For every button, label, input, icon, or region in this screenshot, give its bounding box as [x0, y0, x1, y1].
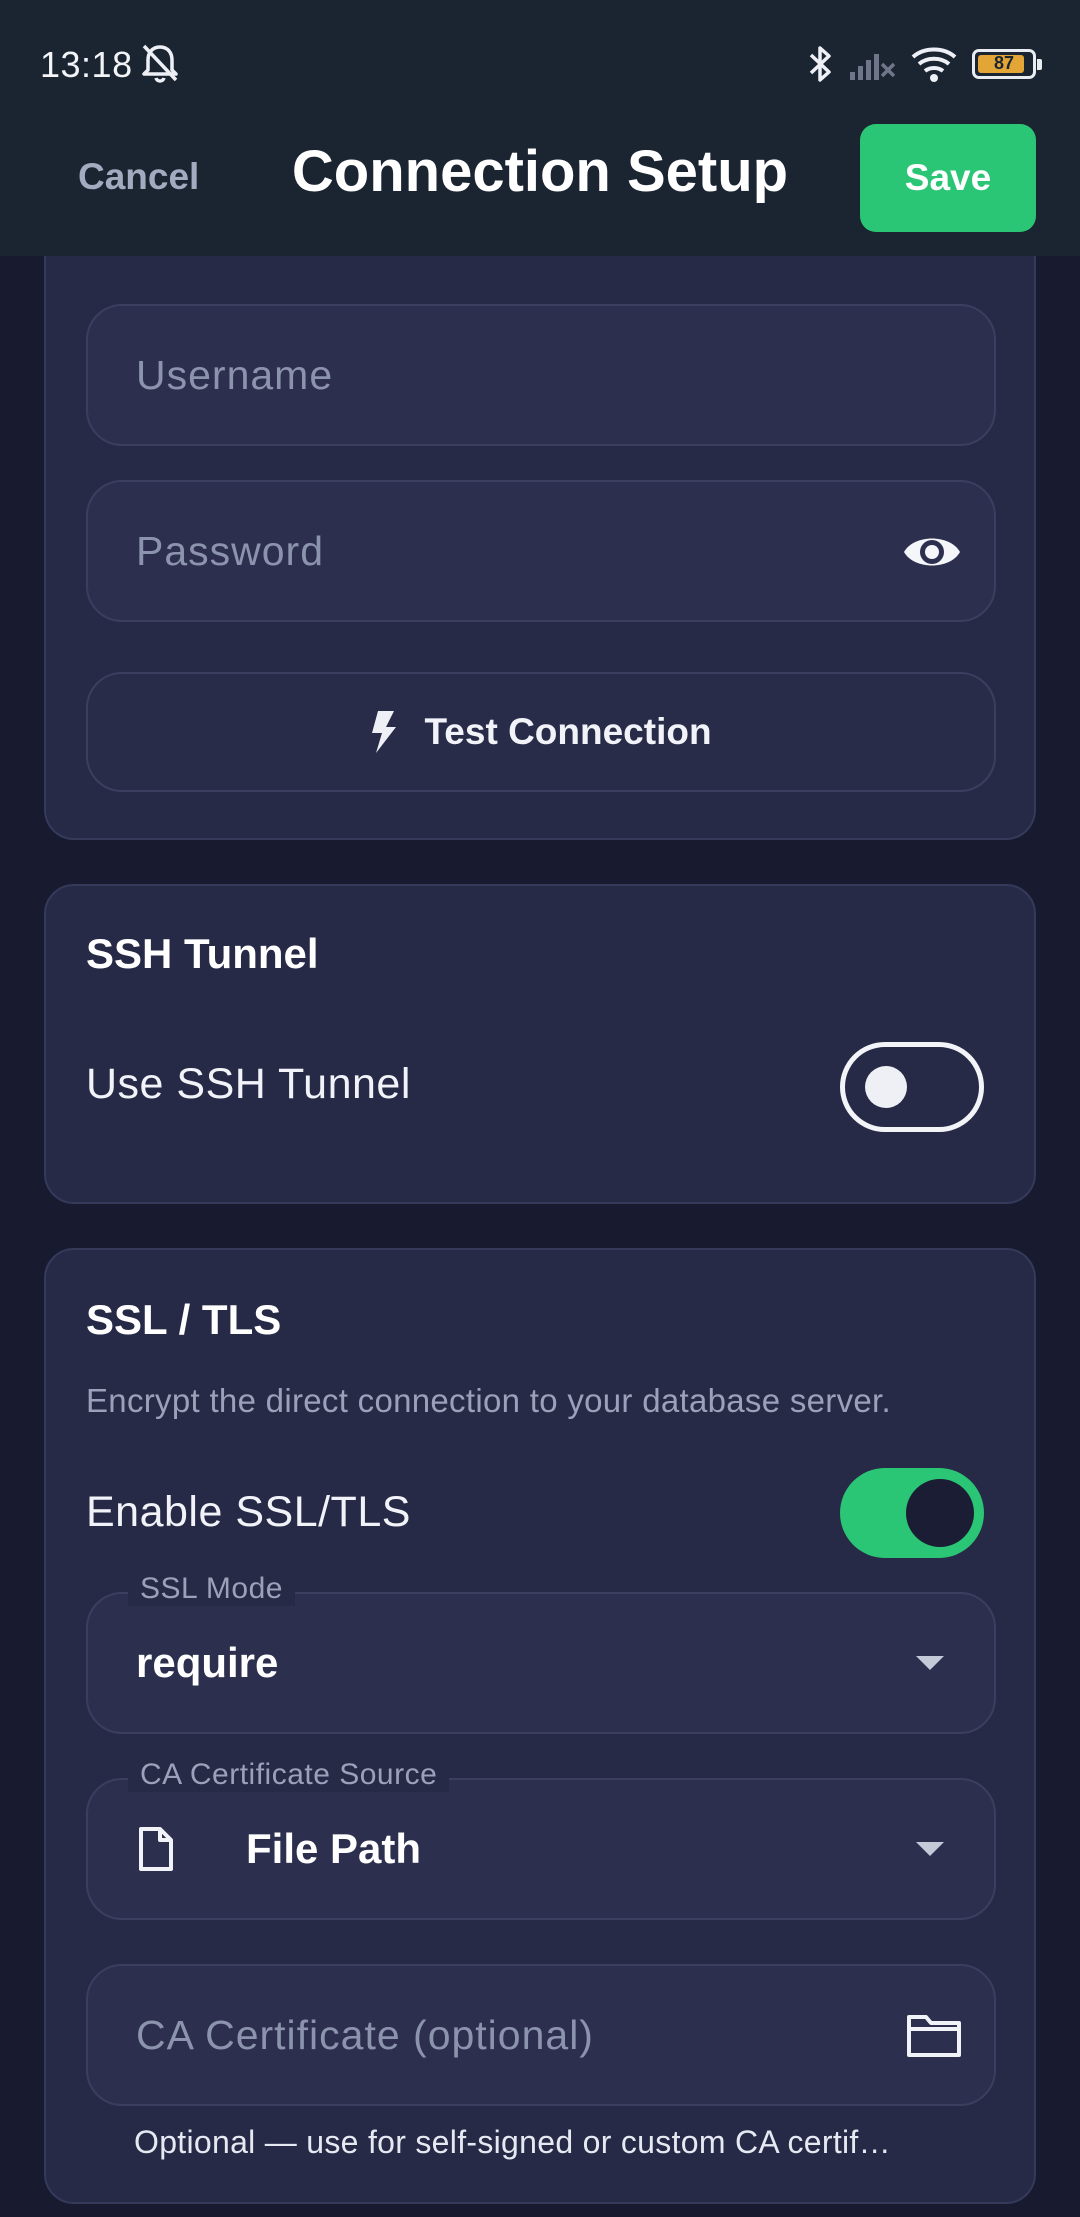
app-bar: 13:18 87 Cancel Connection Setup Save [0, 0, 1080, 256]
ssl-description: Encrypt the direct connection to your da… [86, 1382, 891, 1419]
wifi-icon [911, 47, 957, 82]
ssh-tunnel-toggle[interactable] [840, 1042, 984, 1132]
folder-icon[interactable] [906, 2012, 962, 2058]
bell-off-icon [142, 44, 178, 83]
password-field[interactable]: Password [86, 480, 996, 622]
password-placeholder: Password [136, 528, 325, 574]
toggle-knob [906, 1479, 974, 1547]
bolt-icon [372, 711, 397, 753]
ca-source-value: File Path [246, 1825, 422, 1872]
ssl-mode-select[interactable]: SSL Mode require [86, 1572, 996, 1734]
ca-certificate-field[interactable]: CA Certificate (optional) [86, 1964, 996, 2106]
status-icons: 87 [808, 40, 1042, 88]
ca-certificate-placeholder: CA Certificate (optional) [136, 2012, 594, 2058]
connection-setup-screen: Username Password Test Connection SSH Tu… [0, 0, 1080, 2217]
signal-off-icon [850, 54, 896, 80]
ca-certificate-helper: Optional — use for self-signed or custom… [134, 2124, 891, 2160]
battery-icon: 87 [972, 49, 1042, 79]
eye-icon[interactable] [902, 526, 962, 578]
ssh-section-title: SSH Tunnel [86, 930, 319, 977]
battery-level: 87 [993, 53, 1015, 73]
ssl-mode-value: require [136, 1639, 279, 1686]
chevron-down-icon [916, 1656, 944, 1670]
bluetooth-icon [809, 46, 831, 82]
use-ssh-tunnel-label: Use SSH Tunnel [86, 1060, 411, 1108]
ssl-toggle[interactable] [840, 1468, 984, 1558]
toggle-knob [865, 1066, 907, 1108]
enable-ssl-label: Enable SSL/TLS [86, 1488, 411, 1536]
chevron-down-icon [916, 1842, 944, 1856]
status-time: 13:18 [40, 44, 133, 85]
test-connection-button[interactable]: Test Connection [86, 672, 996, 792]
test-connection-label: Test Connection [424, 711, 712, 752]
ca-source-select[interactable]: CA Certificate Source File Path [86, 1758, 996, 1920]
save-button[interactable]: Save [860, 124, 1036, 232]
ssl-section-title: SSL / TLS [86, 1296, 282, 1343]
username-field[interactable]: Username [86, 304, 996, 446]
username-placeholder: Username [136, 352, 334, 398]
file-icon [139, 1827, 173, 1871]
